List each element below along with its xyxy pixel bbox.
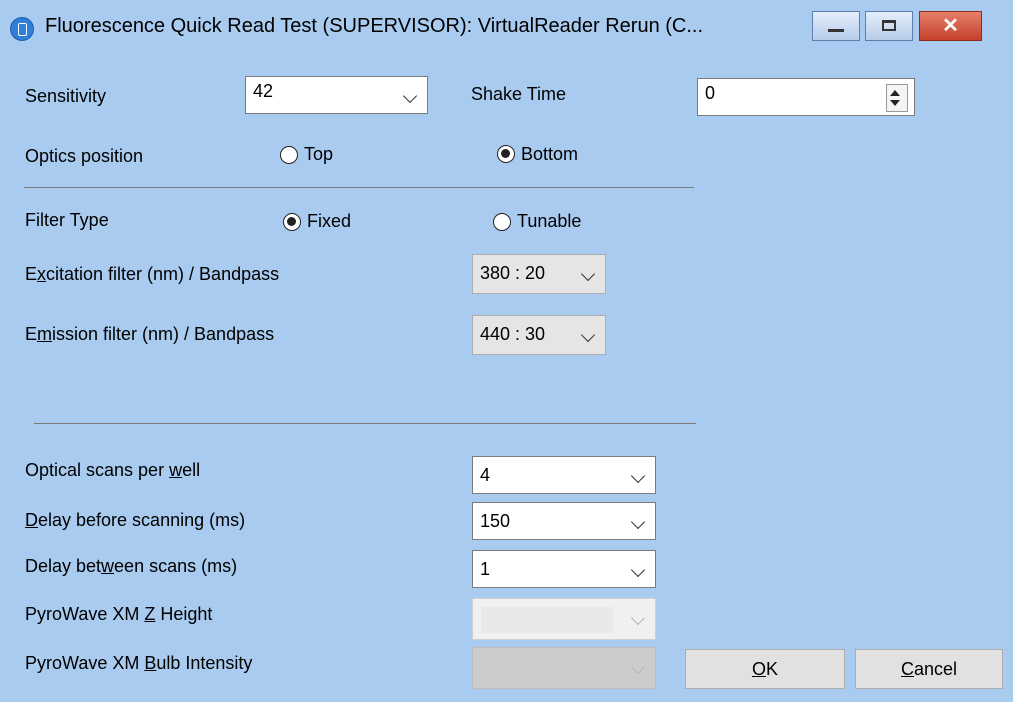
optical-scans-select[interactable]: 4 xyxy=(472,456,656,494)
bulb-intensity-label: PyroWave XM Bulb Intensity xyxy=(25,653,253,673)
shake-time-label: Shake Time xyxy=(471,84,567,104)
sensitivity-value: 42 xyxy=(253,81,274,101)
delay-before-value: 150 xyxy=(480,511,511,531)
filter-tunable-radio[interactable] xyxy=(493,213,511,231)
shake-time-stepper[interactable] xyxy=(884,82,914,114)
chevron-down-icon xyxy=(402,88,418,104)
minimize-button[interactable] xyxy=(812,11,860,41)
excitation-filter-value: 380 : 20 xyxy=(480,263,546,283)
cancel-button-label: Cancel xyxy=(900,659,958,679)
filter-fixed-radio[interactable] xyxy=(283,213,301,231)
sensitivity-combo[interactable]: 42 xyxy=(245,76,428,114)
delay-between-label: Delay between scans (ms) xyxy=(25,556,238,576)
maximize-icon xyxy=(882,20,896,31)
optics-top-label: Top xyxy=(304,144,334,164)
stepper-up-icon[interactable] xyxy=(890,90,900,96)
emission-filter-value: 440 : 30 xyxy=(480,324,546,344)
optical-scans-value: 4 xyxy=(480,465,491,485)
emission-filter-label: Emission filter (nm) / Bandpass xyxy=(25,324,275,344)
cancel-button[interactable]: Cancel xyxy=(855,649,1003,689)
stepper-box xyxy=(886,84,908,112)
chevron-down-icon xyxy=(630,468,646,484)
close-button[interactable]: ✕ xyxy=(919,11,982,41)
delay-before-select[interactable]: 150 xyxy=(472,502,656,540)
delay-between-select[interactable]: 1 xyxy=(472,550,656,588)
optical-scans-label: Optical scans per well xyxy=(25,460,201,480)
optics-position-label: Optics position xyxy=(25,146,144,166)
maximize-button[interactable] xyxy=(865,11,913,41)
excitation-filter-label: Excitation filter (nm) / Bandpass xyxy=(25,264,280,284)
window-title: Fluorescence Quick Read Test (SUPERVISOR… xyxy=(45,15,704,37)
delay-before-label: Delay before scanning (ms) xyxy=(25,510,246,530)
ok-button[interactable]: OK xyxy=(685,649,845,689)
optics-top-radio[interactable] xyxy=(280,146,298,164)
sensitivity-label: Sensitivity xyxy=(25,86,107,106)
shake-time-value: 0 xyxy=(705,83,716,103)
z-height-value xyxy=(481,607,613,633)
stepper-down-icon[interactable] xyxy=(890,100,900,106)
delay-between-value: 1 xyxy=(480,559,491,579)
chevron-down-icon xyxy=(580,327,596,343)
filter-type-label: Filter Type xyxy=(25,210,109,230)
separator xyxy=(24,187,694,188)
ok-button-label: OK xyxy=(751,659,779,679)
chevron-down-icon xyxy=(630,659,646,675)
chevron-down-icon xyxy=(580,266,596,282)
chevron-down-icon xyxy=(630,514,646,530)
chevron-down-icon xyxy=(630,610,646,626)
separator xyxy=(34,423,696,424)
app-icon xyxy=(10,17,34,41)
minimize-icon xyxy=(828,29,844,32)
emission-filter-select[interactable]: 440 : 30 xyxy=(472,315,606,355)
z-height-select[interactable] xyxy=(472,598,656,640)
filter-fixed-label: Fixed xyxy=(307,211,352,231)
bulb-intensity-select[interactable] xyxy=(472,647,656,689)
close-icon: ✕ xyxy=(942,15,959,37)
optics-bottom-radio[interactable] xyxy=(497,145,515,163)
filter-tunable-label: Tunable xyxy=(517,211,582,231)
excitation-filter-select[interactable]: 380 : 20 xyxy=(472,254,606,294)
shake-time-input[interactable]: 0 xyxy=(697,78,915,116)
chevron-down-icon xyxy=(630,562,646,578)
optics-bottom-label: Bottom xyxy=(521,144,579,164)
z-height-label: PyroWave XM Z Height xyxy=(25,604,213,624)
